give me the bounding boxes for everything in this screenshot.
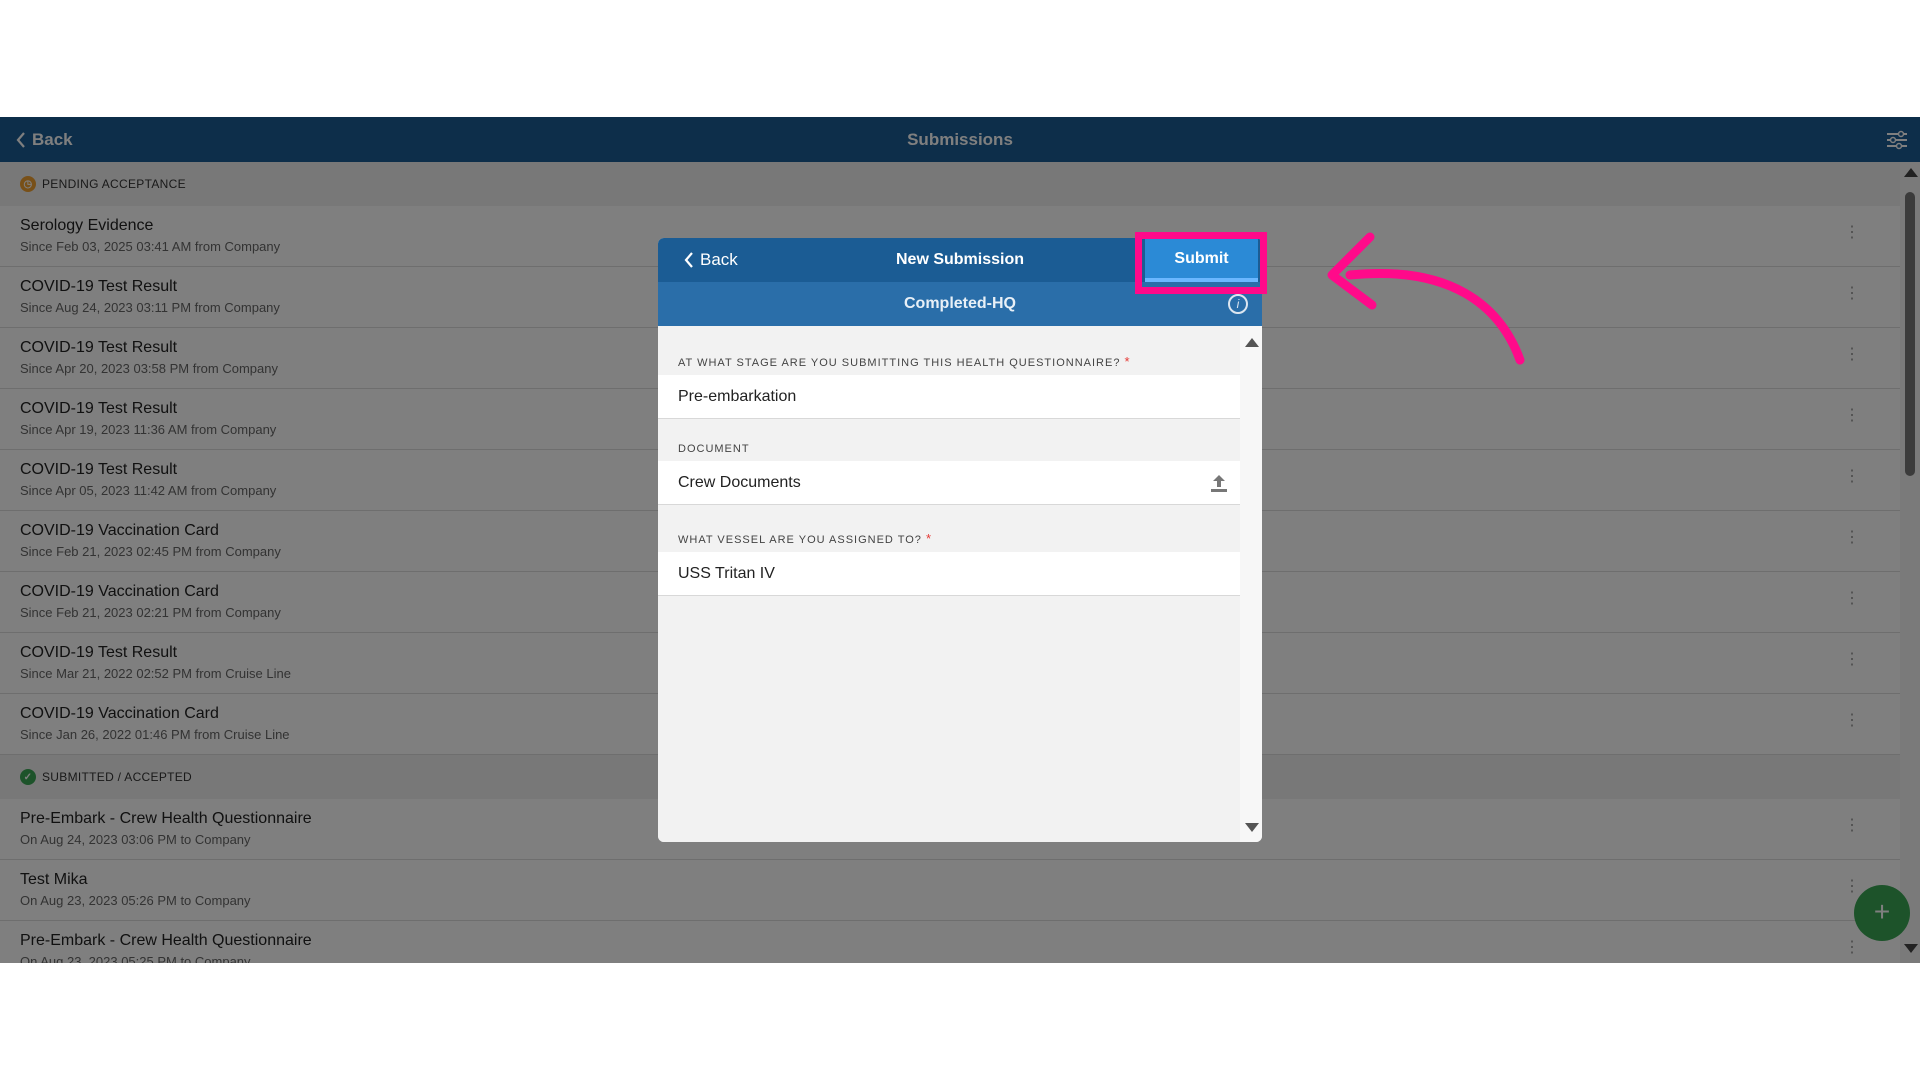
vessel-label-text: WHAT VESSEL ARE YOU ASSIGNED TO? <box>678 534 922 546</box>
stage-value: Pre-embarkation <box>678 388 797 405</box>
required-marker: * <box>1124 354 1131 369</box>
scroll-up-arrow-icon[interactable] <box>1245 338 1259 347</box>
submit-highlight-box <box>1135 232 1267 294</box>
vessel-value: USS Tritan IV <box>678 565 775 582</box>
vessel-field-label: WHAT VESSEL ARE YOU ASSIGNED TO? * <box>658 531 1240 546</box>
required-marker: * <box>926 531 933 546</box>
stage-label-text: AT WHAT STAGE ARE YOU SUBMITTING THIS HE… <box>678 357 1121 369</box>
form-body: AT WHAT STAGE ARE YOU SUBMITTING THIS HE… <box>658 326 1240 842</box>
info-icon[interactable]: i <box>1228 294 1248 314</box>
app-window: Back Submissions ◷ PENDING ACCEPTANCE Se… <box>0 117 1920 963</box>
pointer-arrow-icon <box>1327 232 1525 365</box>
form-name: Completed-HQ <box>904 295 1016 312</box>
document-value: Crew Documents <box>678 474 801 491</box>
vessel-select[interactable]: USS Tritan IV <box>658 552 1240 596</box>
document-field-label: DOCUMENT <box>678 443 750 455</box>
document-field[interactable]: Crew Documents <box>658 461 1240 505</box>
stage-select[interactable]: Pre-embarkation <box>658 375 1240 419</box>
upload-icon[interactable] <box>1210 473 1228 493</box>
stage-field-label: AT WHAT STAGE ARE YOU SUBMITTING THIS HE… <box>658 354 1240 369</box>
new-submission-dialog: Back New Submission Completed-HQ i AT WH… <box>658 238 1262 842</box>
scroll-down-arrow-icon[interactable] <box>1245 823 1259 832</box>
dialog-scrollbar[interactable] <box>1240 326 1262 842</box>
